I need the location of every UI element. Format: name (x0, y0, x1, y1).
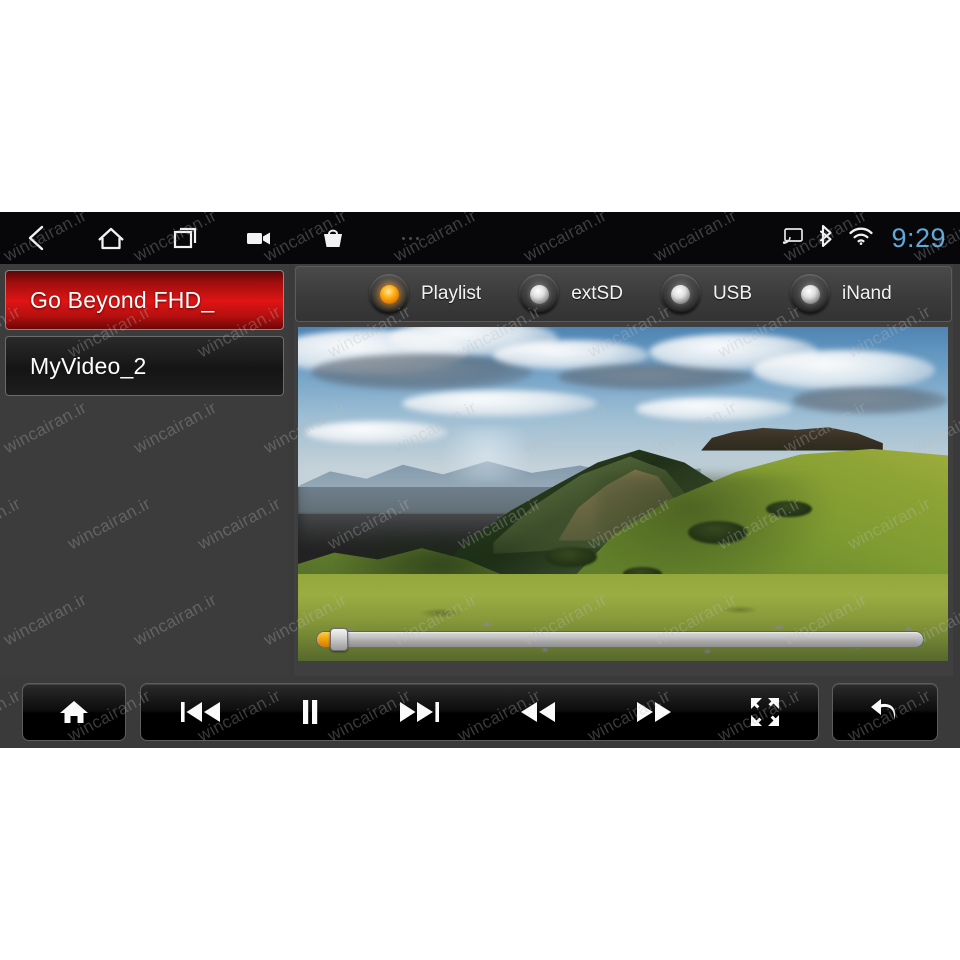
player-body: Go Beyond FHD_ MyVideo_2 Playlist extSD … (0, 264, 960, 748)
shrub (766, 500, 812, 518)
radio-led-bezel (519, 274, 560, 314)
source-label: Playlist (421, 283, 482, 304)
playlist-item-label: MyVideo_2 (30, 352, 147, 379)
pause-button[interactable] (261, 683, 359, 741)
source-option-usb[interactable]: USB (660, 274, 753, 314)
fullscreen-button[interactable] (712, 683, 818, 741)
home-button[interactable] (23, 683, 125, 741)
basket-icon[interactable] (296, 212, 370, 264)
cloud (304, 420, 448, 444)
source-label: iNand (842, 283, 892, 304)
cast-icon[interactable] (782, 227, 804, 250)
source-selector: Playlist extSD USB iNand (295, 266, 952, 322)
overflow-menu-icon[interactable] (370, 212, 450, 264)
cloud (636, 397, 792, 421)
bluetooth-icon[interactable] (817, 224, 835, 253)
shrub (688, 520, 747, 545)
radio-led-off (529, 284, 549, 304)
cloud-dark (792, 387, 948, 414)
source-label: USB (712, 283, 753, 304)
source-option-extsd[interactable]: extSD (519, 274, 623, 314)
radio-led-off (671, 284, 691, 304)
overflow-dot (408, 236, 412, 240)
radio-led-bezel (660, 274, 701, 314)
media-button-group (140, 683, 819, 741)
cloud (402, 390, 597, 418)
source-option-inand[interactable]: iNand (790, 274, 892, 314)
back-button-group (832, 683, 938, 741)
radio-led-on (379, 284, 399, 304)
main-panel: Playlist extSD USB iNand (294, 264, 953, 676)
video-surface[interactable] (298, 327, 948, 661)
android-status-bar: 9:29 (0, 212, 960, 264)
video-camera-icon[interactable] (222, 212, 296, 264)
return-button[interactable] (833, 683, 937, 741)
radio-led-off (800, 284, 820, 304)
radio-led-bezel (369, 274, 409, 314)
next-track-button[interactable] (359, 683, 479, 741)
wifi-icon[interactable] (848, 226, 874, 251)
fast-forward-button[interactable] (596, 683, 712, 741)
home-button-group (22, 683, 126, 741)
list-item[interactable]: Go Beyond FHD_ (5, 270, 284, 330)
radio-led-bezel (790, 274, 831, 314)
playlist-item-label: Go Beyond FHD_ (30, 286, 215, 313)
home-icon[interactable] (74, 212, 148, 264)
list-item[interactable]: MyVideo_2 (5, 336, 284, 396)
player-control-bar (0, 676, 960, 748)
seek-thumb[interactable] (330, 628, 349, 651)
sun-glow (428, 427, 545, 481)
page-canvas: 9:29 Go Beyond FHD_ MyVideo_2 Playlist e… (0, 0, 960, 960)
source-option-playlist[interactable]: Playlist (369, 274, 481, 314)
navigation-buttons (0, 212, 450, 264)
playlist-sidebar: Go Beyond FHD_ MyVideo_2 (0, 264, 289, 676)
head-unit-screen: 9:29 Go Beyond FHD_ MyVideo_2 Playlist e… (0, 212, 960, 748)
recent-apps-icon[interactable] (148, 212, 222, 264)
overflow-dot (415, 236, 419, 240)
previous-track-button[interactable] (141, 683, 261, 741)
seek-track[interactable] (316, 631, 924, 648)
video-frame (298, 327, 948, 661)
source-label: extSD (571, 283, 623, 304)
overflow-dot (401, 236, 405, 240)
status-clock: 9:29 (891, 222, 946, 253)
status-indicators: 9:29 (782, 212, 946, 264)
rewind-button[interactable] (480, 683, 596, 741)
back-icon[interactable] (0, 212, 74, 264)
seek-bar[interactable] (316, 628, 924, 651)
